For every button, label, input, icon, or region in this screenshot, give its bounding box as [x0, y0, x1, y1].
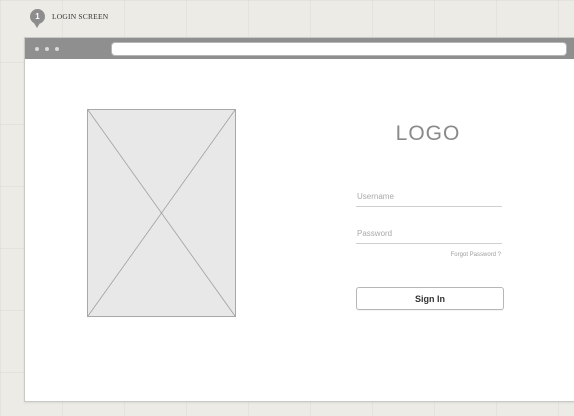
password-placeholder: Password	[357, 228, 393, 238]
window-dot-minimize[interactable]	[45, 46, 49, 51]
window-dots-icon[interactable]	[35, 46, 59, 51]
address-bar[interactable]	[111, 42, 567, 56]
screen-tag-label: LOGIN SCREEN	[52, 12, 109, 21]
logo: LOGO	[395, 122, 461, 145]
screen-tag: 1 LOGIN SCREEN	[30, 9, 109, 28]
sign-in-button[interactable]: Sign In	[356, 287, 504, 310]
window-dot-maximize[interactable]	[55, 46, 59, 51]
screen-number-pin-icon: 1	[30, 9, 45, 28]
image-placeholder-icon	[87, 109, 236, 317]
forgot-password-link[interactable]: Forgot Password ?	[356, 252, 501, 258]
username-field[interactable]: Username	[356, 186, 502, 207]
window-dot-close[interactable]	[35, 46, 39, 51]
browser-window: LOGO Username Password Forgot Password ?…	[24, 37, 574, 402]
username-placeholder: Username	[357, 191, 394, 201]
screen-number: 1	[35, 12, 40, 21]
password-field[interactable]: Password	[356, 223, 502, 244]
browser-titlebar	[25, 38, 574, 59]
